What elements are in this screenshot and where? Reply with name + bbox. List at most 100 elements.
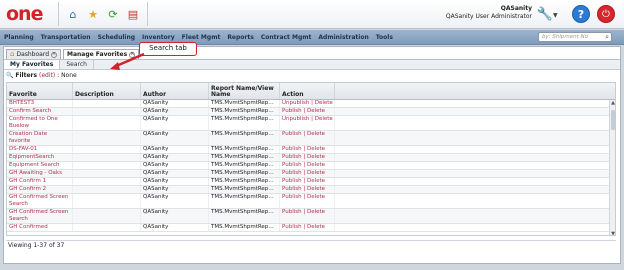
filters-edit-link[interactable]: (edit) bbox=[39, 72, 55, 79]
col-report-name[interactable]: Report Name/View Name bbox=[209, 83, 280, 99]
nav-tools[interactable]: Tools bbox=[376, 34, 393, 41]
tools-wrench-icon[interactable]: 🔧 bbox=[536, 5, 554, 23]
row-filler bbox=[335, 194, 611, 208]
table-row[interactable]: GH Confirm 2 QASanity TMS.MvmtShpmtRepor..… bbox=[7, 186, 611, 194]
table-row[interactable]: GH Awaiting - Oaks QASanity TMS.MvmtShpmtR… bbox=[7, 170, 611, 178]
refresh-icon[interactable]: ⟳ bbox=[106, 7, 121, 22]
col-action: Action bbox=[280, 83, 335, 99]
tab-dashboard[interactable]: ⌂ Dashboard × bbox=[6, 49, 62, 59]
row-filler bbox=[335, 178, 611, 185]
author-cell: QASanity bbox=[141, 194, 209, 208]
action-links[interactable]: Publish | Delete bbox=[280, 131, 335, 145]
user-info: QASanity QASanity User Administrator bbox=[446, 5, 532, 21]
tab-search[interactable]: Search bbox=[60, 60, 94, 69]
action-links[interactable]: Publish | Delete bbox=[280, 108, 335, 115]
description-cell bbox=[73, 186, 141, 193]
table-row[interactable]: GH Confirmed Screen Search QASanity TMS.Mv… bbox=[7, 194, 611, 209]
nav-planning[interactable]: Planning bbox=[4, 34, 34, 41]
nav-scheduling[interactable]: Scheduling bbox=[98, 34, 135, 41]
action-links[interactable]: Publish | Delete bbox=[280, 154, 335, 161]
scroll-down-icon[interactable]: ▼ bbox=[610, 231, 615, 235]
description-cell bbox=[73, 209, 141, 223]
logout-power-icon[interactable]: ⏻ bbox=[597, 5, 615, 23]
report-name-cell: TMS.MvmtShpmtRepor... bbox=[211, 178, 280, 185]
nav-administration[interactable]: Administration bbox=[318, 34, 368, 41]
nav-fleet-mgmt[interactable]: Fleet Mgmt bbox=[182, 34, 221, 41]
nav-transportation[interactable]: Transportation bbox=[41, 34, 91, 41]
table-row[interactable]: Creation Date favorite QASanity TMS.MvmtSh… bbox=[7, 131, 611, 146]
table-row[interactable]: Confirmed to One Buelow QASanity TMS.MvmtS… bbox=[7, 116, 611, 131]
author-cell: QASanity bbox=[141, 154, 209, 161]
table-row[interactable]: EqipmentSearch QASanity TMS.MvmtShpmtRepor… bbox=[7, 154, 611, 162]
favorite-link[interactable]: GH Confirmed bbox=[7, 224, 73, 231]
shipment-search-input[interactable]: by: Shipment No ⌕ bbox=[538, 32, 612, 42]
col-favorite[interactable]: Favorite bbox=[7, 83, 73, 99]
nav-reports[interactable]: Reports bbox=[227, 34, 254, 41]
user-name: QASanity bbox=[500, 5, 532, 12]
author-cell: QASanity bbox=[141, 100, 209, 107]
favorites-star-icon[interactable]: ★ bbox=[86, 7, 101, 22]
table-row[interactable]: Confirm Search QASanity TMS.MvmtShpmtRepor… bbox=[7, 108, 611, 116]
action-links[interactable]: Unpublish | Delete bbox=[280, 116, 335, 130]
report-name-cell: TMS.MvmtShpmtRepor... bbox=[211, 224, 280, 231]
sub-tabs: My Favorites Search bbox=[4, 60, 620, 70]
action-links[interactable]: Publish | Delete bbox=[280, 186, 335, 193]
home-icon[interactable]: ⌂ bbox=[66, 7, 81, 22]
top-header: one ⌂ ★ ⟳ ▤ QASanity QASanity User Admin… bbox=[0, 0, 624, 29]
report-name-cell: TMS.MvmtShpmtRepor... bbox=[211, 108, 280, 115]
favorite-link[interactable]: GH Confirmed Screen Search bbox=[7, 209, 73, 223]
favorite-link[interactable]: Confirm Search bbox=[7, 108, 73, 115]
action-links[interactable]: Publish | Delete bbox=[280, 194, 335, 208]
favorite-link[interactable]: Equipment Search bbox=[7, 162, 73, 169]
close-icon[interactable]: × bbox=[51, 51, 58, 58]
favorite-link[interactable]: GH Confirm 2 bbox=[7, 186, 73, 193]
row-filler bbox=[335, 154, 611, 161]
action-links[interactable]: Publish | Delete bbox=[280, 178, 335, 185]
chevron-down-icon[interactable]: ▼ bbox=[553, 12, 558, 19]
favorite-link[interactable]: Confirmed to One Buelow bbox=[7, 116, 73, 130]
action-links[interactable]: Publish | Delete bbox=[280, 170, 335, 177]
favorite-link[interactable]: Creation Date favorite bbox=[7, 131, 73, 145]
scroll-up-icon[interactable]: ▲ bbox=[610, 100, 615, 106]
author-cell: QASanity bbox=[141, 209, 209, 223]
favorite-link[interactable]: GH Confirmed Screen Search bbox=[7, 194, 73, 208]
content-panel: ⌂ Dashboard × Manage Favorites × My Favo… bbox=[3, 46, 621, 264]
description-cell bbox=[73, 146, 141, 153]
col-description[interactable]: Description bbox=[73, 83, 141, 99]
help-icon[interactable]: ? bbox=[572, 5, 590, 23]
filter-icon: 🔍 bbox=[6, 72, 14, 79]
favorite-link[interactable]: BHTEST3 bbox=[7, 100, 73, 107]
nav-contract-mgmt[interactable]: Contract Mgmt bbox=[261, 34, 312, 41]
favorite-link[interactable]: DS-FAV-01 bbox=[7, 146, 73, 153]
table-row[interactable]: GH Confirmed QASanity TMS.MvmtShpmtRepor..… bbox=[7, 224, 611, 232]
col-author[interactable]: Author bbox=[141, 83, 209, 99]
report-name-cell: TMS.MvmtShpmtRepor... bbox=[209, 131, 280, 145]
action-links[interactable]: Publish | Delete bbox=[280, 209, 335, 223]
table-row[interactable]: Equipment Search QASanity TMS.MvmtShpmtRep… bbox=[7, 162, 611, 170]
table-row[interactable]: GH Confirm 1 QASanity TMS.MvmtShpmtRepor..… bbox=[7, 178, 611, 186]
search-icon[interactable]: ⌕ bbox=[605, 33, 609, 42]
action-links[interactable]: Publish | Delete bbox=[280, 162, 335, 169]
table-row[interactable]: DS-FAV-01 QASanity TMS.MvmtShpmtRepor... Pu… bbox=[7, 146, 611, 154]
tab-dashboard-label: Dashboard bbox=[16, 51, 50, 58]
nav-inventory[interactable]: Inventory bbox=[142, 34, 175, 41]
favorite-link[interactable]: GH Awaiting - Oaks bbox=[7, 170, 73, 177]
table-row[interactable]: GH Confirmed Screen Search QASanity TMS.Mv… bbox=[7, 209, 611, 224]
grid-scrollbar[interactable]: ▲ ▼ bbox=[609, 100, 615, 235]
report-icon[interactable]: ▤ bbox=[126, 7, 141, 22]
tab-my-favorites[interactable]: My Favorites bbox=[4, 60, 61, 69]
row-filler bbox=[335, 116, 611, 130]
grid-body: BHTEST3 QASanity TMS.MvmtShpmtRepor... Unpu… bbox=[7, 100, 611, 235]
action-links[interactable]: Unpublish | Delete bbox=[280, 100, 335, 107]
action-links[interactable]: Publish | Delete bbox=[280, 146, 335, 153]
row-filler bbox=[335, 170, 611, 177]
scroll-thumb[interactable] bbox=[611, 110, 615, 130]
table-row[interactable]: BHTEST3 QASanity TMS.MvmtShpmtRepor... Unpu… bbox=[7, 100, 611, 108]
action-links[interactable]: Publish | Delete bbox=[280, 224, 335, 231]
dashboard-icon: ⌂ bbox=[10, 50, 15, 58]
description-cell bbox=[73, 162, 141, 169]
favorite-link[interactable]: EqipmentSearch bbox=[7, 154, 73, 161]
favorite-link[interactable]: GH Confirm 1 bbox=[7, 178, 73, 185]
description-cell bbox=[73, 154, 141, 161]
row-filler bbox=[335, 100, 611, 107]
